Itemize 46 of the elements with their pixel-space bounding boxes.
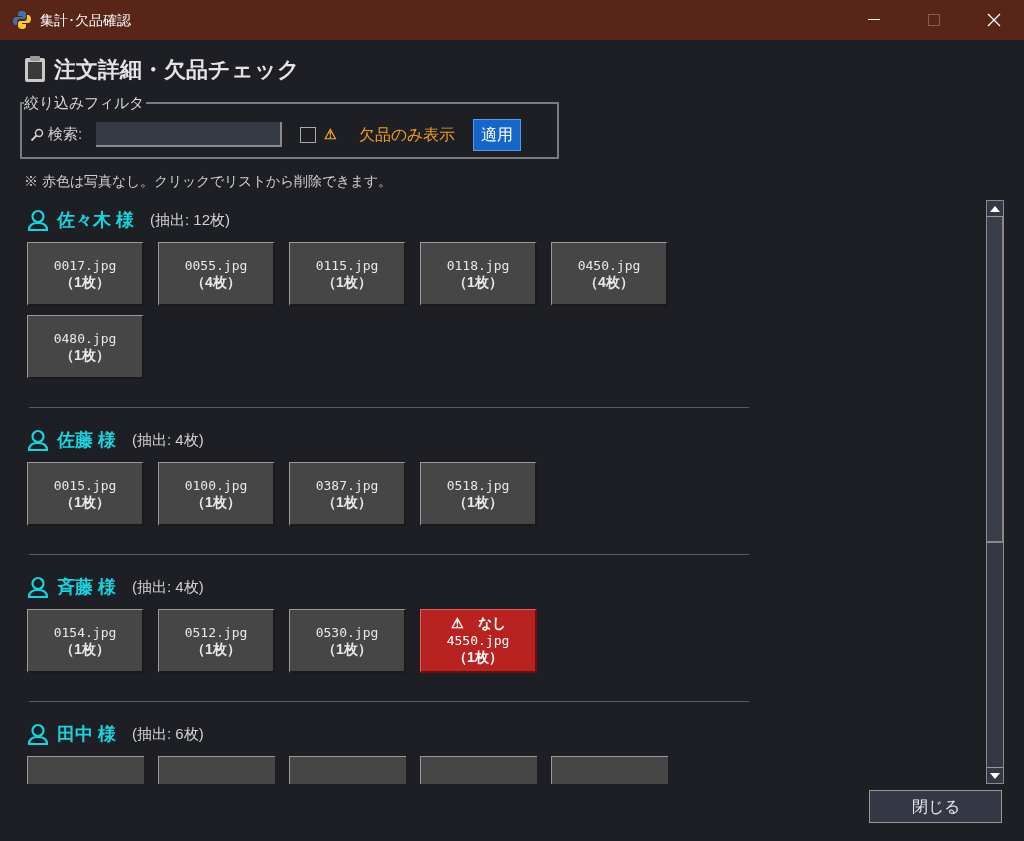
app-icon	[12, 10, 32, 30]
maximize-icon	[928, 14, 940, 26]
photo-tile[interactable]: 0480.jpg （1枚）	[27, 315, 144, 379]
clipboard-icon	[24, 55, 46, 83]
customer-name: 田中 様	[57, 722, 116, 746]
minimize-icon	[868, 19, 880, 21]
scrollbar[interactable]	[986, 200, 1004, 784]
filter-legend: 絞り込みフィルタ	[24, 93, 146, 113]
extracted-count: (抽出: 6枚)	[132, 723, 204, 744]
photo-tile[interactable]: 0530.jpg （1枚）	[289, 609, 406, 673]
search-label: 検索:	[48, 124, 83, 145]
person-icon	[27, 723, 49, 745]
photo-tile[interactable]: 0017.jpg （1枚）	[27, 242, 144, 306]
extracted-count: (抽出: 4枚)	[132, 576, 204, 597]
warning-icon: ⚠	[324, 124, 338, 145]
search-field[interactable]	[96, 122, 283, 147]
missing-only-label[interactable]: 欠品のみ表示	[359, 122, 456, 147]
window-title: 集計･欠品確認	[40, 10, 131, 30]
customer-name: 佐々木 様	[57, 208, 134, 232]
photo-tile[interactable]: 0100.jpg （1枚）	[158, 462, 275, 526]
photo-tile[interactable]: ⚠ なし 4550.jpg （1枚）	[420, 609, 537, 673]
photo-tile[interactable]: 0154.jpg （1枚）	[27, 609, 144, 673]
photo-tile[interactable]: 0387.jpg （1枚）	[289, 462, 406, 526]
close-dialog-button[interactable]: 閉じる	[869, 790, 1002, 823]
extracted-count: (抽出: 12枚)	[150, 209, 231, 230]
down-arrow-icon	[990, 772, 1000, 779]
close-icon	[987, 13, 1001, 27]
photo-tile[interactable]: 0450.jpg （4枚）	[551, 242, 668, 306]
customer-name: 佐藤 様	[57, 428, 116, 452]
photo-tile[interactable]: 0518.jpg （1枚）	[420, 462, 537, 526]
person-icon	[27, 429, 49, 451]
apply-button[interactable]: 適用	[473, 118, 522, 151]
page-heading: 注文詳細・欠品チェック	[54, 55, 300, 84]
photo-tile[interactable]: 0118.jpg （1枚）	[420, 242, 537, 306]
checkbox[interactable]	[300, 126, 317, 143]
extracted-count: (抽出: 4枚)	[132, 429, 204, 450]
person-icon	[27, 209, 49, 231]
photo-tile[interactable]: 0115.jpg （1枚）	[289, 242, 406, 306]
photo-tile[interactable]: 0512.jpg （1枚）	[158, 609, 275, 673]
person-icon	[27, 576, 49, 598]
up-arrow-icon	[990, 205, 1000, 212]
note-text: ※ 赤色は写真なし。クリックでリストから削除できます。	[24, 172, 393, 191]
search-icon	[30, 127, 44, 142]
photo-tile[interactable]: 0015.jpg （1枚）	[27, 462, 144, 526]
photo-tile[interactable]: 0055.jpg （4枚）	[158, 242, 275, 306]
customer-name: 斉藤 様	[57, 575, 116, 599]
